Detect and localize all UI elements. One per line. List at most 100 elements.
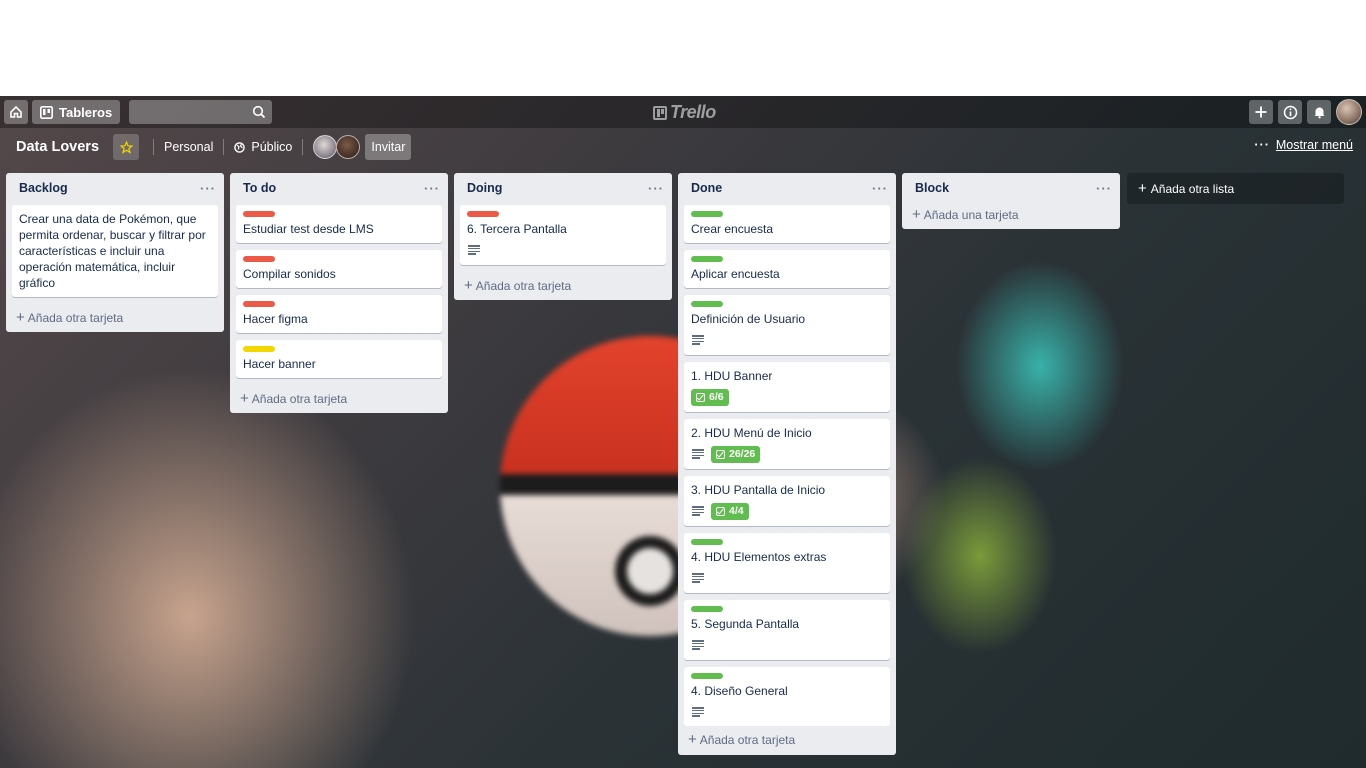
boards-button[interactable]: Tableros: [32, 100, 121, 124]
card[interactable]: Aplicar encuesta: [684, 250, 890, 288]
more-icon[interactable]: ···: [872, 181, 888, 196]
description-icon: [692, 573, 704, 583]
show-menu-button[interactable]: ··· Mostrar menú: [1254, 138, 1353, 152]
card-title: Hacer figma: [243, 312, 308, 326]
user-avatar[interactable]: [1336, 99, 1362, 125]
card[interactable]: Definición de Usuario: [684, 295, 890, 355]
plus-icon: +: [688, 731, 697, 748]
home-icon: [10, 105, 22, 118]
card[interactable]: Compilar sonidos: [236, 250, 442, 288]
card-label[interactable]: [243, 346, 275, 352]
trello-logo[interactable]: Trello: [653, 102, 716, 123]
plus-icon: +: [240, 390, 249, 407]
card-title: 4. Diseño General: [691, 684, 788, 698]
checklist-icon: [696, 392, 705, 402]
card-label[interactable]: [467, 211, 499, 217]
board-title[interactable]: Data Lovers: [16, 139, 99, 155]
add-card-button[interactable]: + Añada una tarjeta: [902, 201, 1120, 229]
add-card-label: Añada otra tarjeta: [699, 733, 796, 747]
add-card-button[interactable]: + Añada otra tarjeta: [6, 304, 224, 332]
list-title[interactable]: Doing: [467, 181, 502, 195]
card-label[interactable]: [243, 211, 275, 217]
team-button[interactable]: Personal: [158, 134, 219, 160]
visibility-button[interactable]: Público: [228, 134, 298, 160]
card-title: 2. HDU Menú de Inicio: [691, 426, 812, 440]
plus-icon: +: [16, 309, 25, 326]
checklist-count: 4/4: [729, 505, 744, 517]
card-label[interactable]: [691, 211, 723, 217]
notifications-button[interactable]: [1307, 100, 1331, 124]
more-icon[interactable]: ···: [200, 181, 216, 196]
create-button[interactable]: [1249, 100, 1273, 124]
search-icon[interactable]: [252, 105, 266, 119]
list-title[interactable]: Block: [915, 181, 949, 195]
add-list-button[interactable]: + Añada otra lista: [1127, 173, 1344, 204]
description-icon: [468, 245, 480, 255]
card[interactable]: 2. HDU Menú de Inicio 26/26: [684, 419, 890, 469]
card-label[interactable]: [243, 256, 275, 262]
card[interactable]: 4. Diseño General: [684, 667, 890, 726]
card-badges: [467, 241, 659, 259]
card[interactable]: Hacer banner: [236, 340, 442, 378]
description-icon: [692, 449, 704, 459]
description-icon: [692, 335, 704, 345]
card[interactable]: Crear encuesta: [684, 205, 890, 243]
card[interactable]: Hacer figma: [236, 295, 442, 333]
plus-icon: +: [912, 206, 921, 223]
card-label[interactable]: [691, 539, 723, 545]
search-input[interactable]: [129, 100, 273, 124]
checklist-count: 6/6: [709, 391, 724, 403]
list-title[interactable]: To do: [243, 181, 276, 195]
info-button[interactable]: [1278, 100, 1302, 124]
card[interactable]: 6. Tercera Pantalla: [460, 205, 666, 265]
list-to-do: To do ··· Estudiar test desde LMS Compil…: [230, 173, 448, 413]
more-icon[interactable]: ···: [1096, 181, 1112, 196]
more-icon[interactable]: ···: [648, 181, 664, 196]
home-button[interactable]: [4, 100, 28, 124]
card-badges: 6/6: [691, 388, 883, 406]
add-card-button[interactable]: + Añada otra tarjeta: [454, 272, 672, 300]
card-title: Crear una data de Pokémon, que permita o…: [19, 212, 206, 290]
add-card-label: Añada otra tarjeta: [475, 279, 572, 293]
card[interactable]: 3. HDU Pantalla de Inicio 4/4: [684, 476, 890, 526]
card-title: 4. HDU Elementos extras: [691, 550, 827, 564]
page: Tableros Trello Data Lovers Personal Púb…: [0, 0, 1366, 768]
card[interactable]: Crear una data de Pokémon, que permita o…: [12, 205, 218, 297]
card[interactable]: 5. Segunda Pantalla: [684, 600, 890, 660]
list-header: To do ···: [230, 173, 448, 203]
star-icon: [119, 140, 133, 154]
card-container: Crear una data de Pokémon, que permita o…: [6, 203, 224, 297]
list-doing: Doing ··· 6. Tercera Pantalla + Añada otr…: [454, 173, 672, 300]
invite-button[interactable]: Invitar: [365, 134, 412, 160]
card-badges: 26/26: [691, 445, 883, 463]
list-title[interactable]: Done: [691, 181, 722, 195]
add-card-button[interactable]: + Añada otra tarjeta: [230, 385, 448, 413]
star-board-button[interactable]: [113, 134, 140, 160]
member-avatar[interactable]: [336, 135, 361, 159]
card-badges: 4/4: [691, 502, 883, 520]
card[interactable]: 1. HDU Banner 6/6: [684, 362, 890, 412]
card-label[interactable]: [691, 673, 723, 679]
card-label[interactable]: [691, 606, 723, 612]
show-menu-label: Mostrar menú: [1275, 138, 1353, 152]
card-badges: [691, 569, 883, 587]
member-avatar[interactable]: [313, 135, 338, 159]
description-icon: [692, 707, 704, 717]
card-label[interactable]: [243, 301, 275, 307]
card[interactable]: Estudiar test desde LMS: [236, 205, 442, 243]
list-title[interactable]: Backlog: [19, 181, 68, 195]
more-icon[interactable]: ···: [424, 181, 440, 196]
card-badges: [691, 636, 883, 654]
card-title: Hacer banner: [243, 357, 316, 371]
card-label[interactable]: [691, 256, 723, 262]
card-title: Estudiar test desde LMS: [243, 222, 374, 236]
board-header: Data Lovers Personal Público Invitar: [0, 132, 1366, 162]
more-icon: ···: [1254, 138, 1270, 152]
globe-icon: [234, 141, 246, 153]
add-card-button[interactable]: + Añada otra tarjeta: [678, 726, 896, 754]
add-card-label: Añada una tarjeta: [923, 208, 1019, 222]
info-icon: [1283, 105, 1297, 119]
card-label[interactable]: [691, 301, 723, 307]
header-separator: [302, 139, 304, 155]
card[interactable]: 4. HDU Elementos extras: [684, 533, 890, 593]
